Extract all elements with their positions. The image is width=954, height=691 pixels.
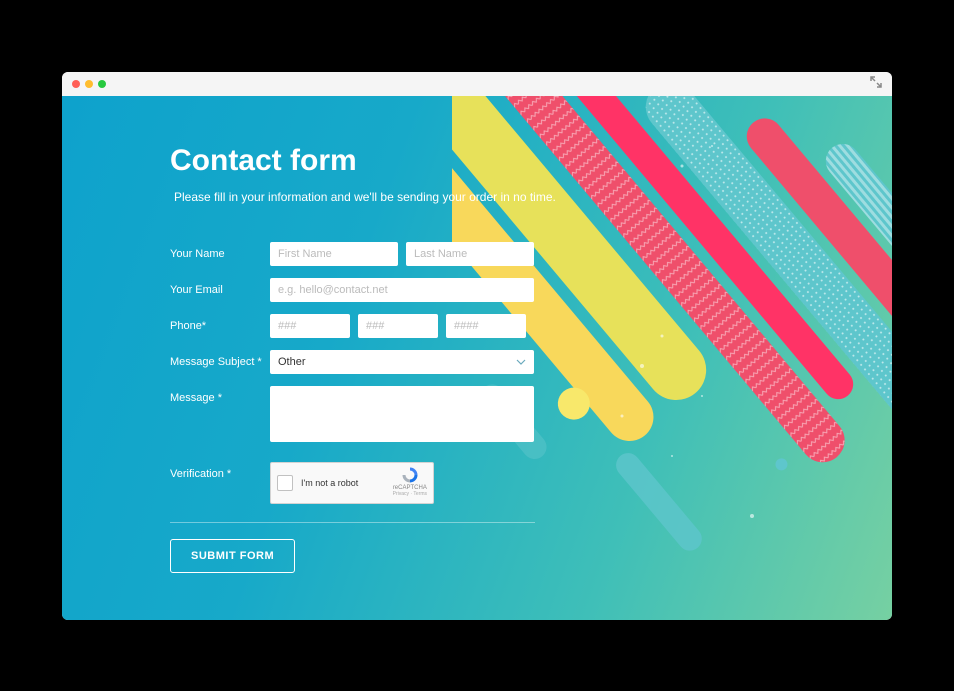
divider <box>170 522 535 523</box>
row-subject: Message Subject * Other <box>170 350 622 374</box>
phone-area-input[interactable] <box>270 314 350 338</box>
minimize-dot-icon[interactable] <box>85 80 93 88</box>
recaptcha-widget[interactable]: I'm not a robot reCAPTCHA Privacy · Term… <box>270 462 434 504</box>
browser-window: Contact form Please fill in your informa… <box>62 72 892 620</box>
subject-select[interactable]: Other <box>270 350 534 374</box>
label-message: Message * <box>170 386 270 404</box>
subject-select-value: Other <box>278 356 306 368</box>
row-phone: Phone* <box>170 314 622 338</box>
chevron-down-icon <box>516 356 526 368</box>
label-phone: Phone* <box>170 314 270 332</box>
page-viewport: Contact form Please fill in your informa… <box>62 96 892 620</box>
first-name-input[interactable] <box>270 242 398 266</box>
label-email: Your Email <box>170 278 270 296</box>
recaptcha-text: I'm not a robot <box>301 478 358 488</box>
window-controls <box>72 80 106 88</box>
row-verification: Verification * I'm not a robot reCAPTCHA… <box>170 462 622 504</box>
maximize-dot-icon[interactable] <box>98 80 106 88</box>
last-name-input[interactable] <box>406 242 534 266</box>
recaptcha-logo-icon: reCAPTCHA Privacy · Terms <box>393 466 427 497</box>
email-input[interactable] <box>270 278 534 302</box>
phone-line-input[interactable] <box>446 314 526 338</box>
row-email: Your Email <box>170 278 622 302</box>
page-subtitle: Please fill in your information and we'l… <box>170 190 622 204</box>
label-verification: Verification * <box>170 462 270 480</box>
content-area: Contact form Please fill in your informa… <box>62 96 622 573</box>
title-bar <box>62 72 892 96</box>
expand-icon[interactable] <box>870 76 882 91</box>
label-name: Your Name <box>170 242 270 260</box>
message-textarea[interactable] <box>270 386 534 442</box>
row-message: Message * <box>170 386 622 442</box>
row-name: Your Name <box>170 242 622 266</box>
submit-button[interactable]: SUBMIT FORM <box>170 539 295 573</box>
recaptcha-checkbox[interactable] <box>277 475 293 491</box>
close-dot-icon[interactable] <box>72 80 80 88</box>
label-subject: Message Subject * <box>170 350 270 368</box>
phone-prefix-input[interactable] <box>358 314 438 338</box>
page-title: Contact form <box>170 144 622 178</box>
